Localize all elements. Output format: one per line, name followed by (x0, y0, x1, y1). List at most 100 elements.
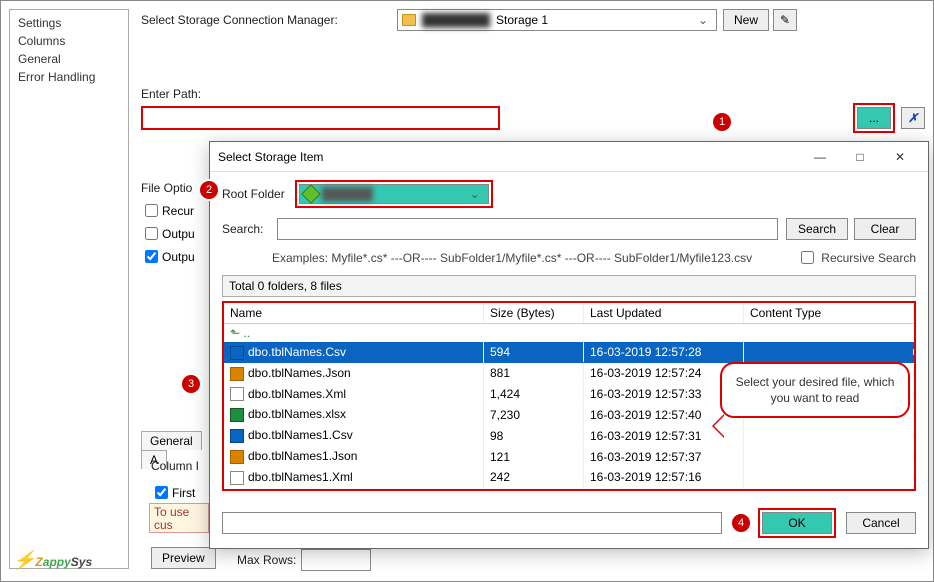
file-name: dbo.tblNames1.Json (248, 449, 357, 463)
left-nav-panel: Settings Columns General Error Handling (9, 9, 129, 569)
file-row[interactable]: dbo.tblNames1.xlsx7,01516-03-2019 12:57:… (224, 488, 914, 489)
custom-warning-box: To use cus repeat gro (149, 503, 209, 533)
cube-icon (301, 184, 321, 204)
file-row[interactable]: dbo.tblNames.Csv59416-03-2019 12:57:28 (224, 342, 914, 363)
file-content-type (744, 433, 914, 439)
annotation-1: 1 (713, 113, 731, 131)
max-rows-input[interactable] (301, 549, 371, 571)
recursive-search-checkbox[interactable] (801, 251, 814, 264)
col-date[interactable]: Last Updated (584, 303, 744, 323)
file-name: dbo.tblNames.xlsx (248, 407, 346, 421)
zappysys-logo: ⚡ZappySys (13, 550, 92, 571)
output-checkbox-2[interactable] (145, 250, 158, 263)
output-label-2: Outpu (162, 250, 195, 264)
file-name: dbo.tblNames1.Xml (248, 470, 353, 484)
file-size: 881 (484, 363, 584, 383)
file-row[interactable]: dbo.tblNames1.Xml 24216-03-2019 12:57:16 (224, 467, 914, 488)
cancel-button[interactable]: Cancel (846, 512, 916, 534)
up-label: .. (243, 326, 250, 340)
max-rows-label: Max Rows: (237, 553, 296, 567)
col-name[interactable]: Name (224, 303, 484, 323)
file-name: dbo.tblNames1.Csv (248, 428, 353, 442)
file-type-icon (230, 387, 244, 401)
file-type-icon (230, 429, 244, 443)
preview-button[interactable]: Preview (151, 547, 216, 569)
recursive-search-label: Recursive Search (821, 251, 916, 265)
file-type-icon (230, 450, 244, 464)
col-type[interactable]: Content Type (744, 303, 914, 323)
root-folder-label: Root Folder (222, 187, 285, 201)
logo-p1: Z (35, 555, 42, 569)
first-row-label: First (172, 486, 195, 500)
close-icon: ✕ (895, 150, 905, 164)
annotation-4: 4 (732, 514, 750, 532)
file-type-icon (230, 367, 244, 381)
selected-path-input[interactable] (222, 512, 722, 534)
search-input[interactable] (277, 218, 778, 240)
edit-connection-button[interactable]: ✎ (773, 9, 797, 31)
browse-button[interactable]: ... (857, 107, 891, 129)
first-row-checkbox[interactable] (155, 486, 168, 499)
path-input[interactable] (141, 106, 500, 130)
file-type-icon (230, 408, 244, 422)
custom-warning-line1: To use cus (154, 506, 204, 532)
pencil-icon: ✎ (780, 13, 790, 27)
new-connection-button[interactable]: New (723, 9, 769, 31)
search-button[interactable]: Search (786, 218, 848, 240)
recursive-checkbox[interactable] (145, 204, 158, 217)
col-size[interactable]: Size (Bytes) (484, 303, 584, 323)
file-date: 16-03-2019 12:57:28 (584, 342, 744, 362)
annotation-2: 2 (200, 181, 218, 199)
nav-item-error-handling[interactable]: Error Handling (18, 68, 120, 86)
file-date: 16-03-2019 12:57:11 (584, 488, 744, 489)
output-label-1: Outpu (162, 227, 195, 241)
file-content-type (744, 454, 914, 460)
output-checkbox-1[interactable] (145, 227, 158, 240)
file-content-type (744, 349, 914, 355)
folder-icon (402, 14, 416, 26)
root-folder-combo[interactable]: ██████ ⌄ (299, 184, 489, 204)
instruction-bubble: Select your desired file, which you want… (720, 362, 910, 418)
file-size: 242 (484, 467, 584, 487)
examples-text: Examples: Myfile*.cs* ---OR---- SubFolde… (272, 251, 752, 265)
clear-path-button[interactable]: ✗ (901, 107, 925, 129)
enter-path-label: Enter Path: (141, 87, 919, 101)
connection-name-hidden: ████████ (422, 10, 496, 30)
minimize-button[interactable]: — (800, 143, 840, 171)
file-type-icon (230, 471, 244, 485)
connection-suffix: Storage 1 (496, 10, 548, 30)
dialog-title: Select Storage Item (218, 150, 800, 164)
root-folder-value-hidden: ██████ (322, 184, 373, 204)
close-button[interactable]: ✕ (880, 143, 920, 171)
file-type-icon (230, 346, 244, 360)
logo-p3: Sys (71, 555, 92, 569)
recursive-label: Recur (162, 204, 194, 218)
clear-button[interactable]: Clear (854, 218, 916, 240)
maximize-icon: □ (856, 150, 863, 164)
nav-item-columns[interactable]: Columns (18, 32, 120, 50)
nav-item-general[interactable]: General (18, 50, 120, 68)
ok-button-highlight: OK (758, 508, 836, 538)
go-up-row[interactable]: ⬑ .. (224, 324, 914, 342)
annotation-3: 3 (182, 375, 200, 393)
file-row[interactable]: dbo.tblNames1.Csv9816-03-2019 12:57:31 (224, 425, 914, 446)
connection-manager-combo[interactable]: ████████ Storage 1 ⌄ (397, 9, 717, 31)
file-size: 594 (484, 342, 584, 362)
nav-item-settings[interactable]: Settings (18, 14, 120, 32)
grid-header: Name Size (Bytes) Last Updated Content T… (224, 303, 914, 324)
custom-warning-line2: repeat gro (154, 532, 204, 533)
chevron-down-icon: ⌄ (466, 184, 484, 204)
column-label: Column I (151, 459, 199, 473)
file-row[interactable]: dbo.tblNames1.Json12116-03-2019 12:57:37 (224, 446, 914, 467)
file-date: 16-03-2019 12:57:37 (584, 447, 744, 467)
file-date: 16-03-2019 12:57:16 (584, 467, 744, 487)
maximize-button[interactable]: □ (840, 143, 880, 171)
file-size: 98 (484, 426, 584, 446)
ok-button[interactable]: OK (762, 512, 832, 534)
up-arrow-icon: ⬑ (230, 326, 240, 340)
logo-p2: appy (43, 555, 71, 569)
search-label: Search: (222, 222, 263, 236)
file-name: dbo.tblNames.Xml (248, 387, 346, 401)
tab-general[interactable]: General (141, 431, 202, 450)
clear-icon: ✗ (908, 111, 918, 125)
